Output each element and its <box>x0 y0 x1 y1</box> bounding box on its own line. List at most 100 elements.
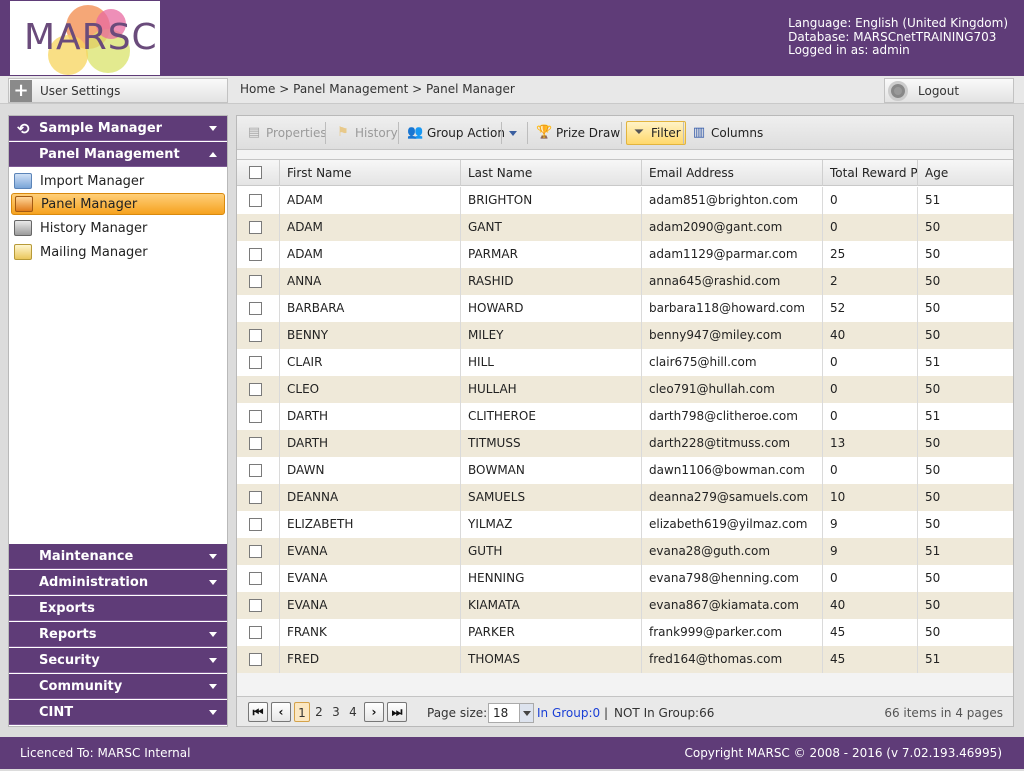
sidebar-section-security[interactable]: Security <box>9 648 227 673</box>
row-checkbox[interactable] <box>249 329 262 342</box>
row-select-cell <box>237 187 280 214</box>
row-checkbox[interactable] <box>249 572 262 585</box>
email-cell: cleo791@hullah.com <box>642 376 823 403</box>
sidebar-section-exports[interactable]: Exports <box>9 596 227 621</box>
table-row[interactable]: CLEO HULLAH cleo791@hullah.com 0 50 <box>237 376 1013 403</box>
sidebar-section-label: Reports <box>39 626 97 642</box>
table-row[interactable]: DAWN BOWMAN dawn1106@bowman.com 0 50 <box>237 457 1013 484</box>
sidebar-section-label: Security <box>39 652 100 668</box>
sidebar-section-sample-manager[interactable]: ⟲ Sample Manager <box>9 116 227 141</box>
reward-points-cell: 0 <box>823 187 918 214</box>
page-1-link[interactable]: 1 <box>294 702 310 722</box>
first-name-cell: DAWN <box>280 457 461 484</box>
in-group-link[interactable]: In Group:0 <box>537 706 600 720</box>
columns-button[interactable]: ▥ Columns <box>687 121 767 145</box>
select-all-checkbox[interactable] <box>249 166 262 179</box>
row-checkbox[interactable] <box>249 599 262 612</box>
sidebar-section-label: CINT <box>39 704 74 720</box>
table-row[interactable]: EVANA HENNING evana798@henning.com 0 50 <box>237 565 1013 592</box>
row-checkbox[interactable] <box>249 491 262 504</box>
header-email-address[interactable]: Email Address <box>642 160 823 186</box>
group-action-button[interactable]: 👥 Group Action <box>403 121 509 145</box>
last-page-button[interactable]: ⏭ <box>387 702 407 722</box>
reward-points-cell: 2 <box>823 268 918 295</box>
table-row[interactable]: DARTH CLITHEROE darth798@clitheroe.com 0 51 <box>237 403 1013 430</box>
sidebar-item-panel-manager[interactable]: Panel Manager <box>11 193 225 215</box>
sidebar-section-maintenance[interactable]: Maintenance <box>9 544 227 569</box>
table-row[interactable]: DEANNA SAMUELS deanna279@samuels.com 10 50 <box>237 484 1013 511</box>
table-row[interactable]: BARBARA HOWARD barbara118@howard.com 52 50 <box>237 295 1013 322</box>
row-checkbox[interactable] <box>249 356 262 369</box>
prize-draw-button[interactable]: 🏆 Prize Draw <box>532 121 624 145</box>
sidebar-item-import-manager[interactable]: Import Manager <box>11 170 225 192</box>
row-checkbox[interactable] <box>249 194 262 207</box>
row-checkbox[interactable] <box>249 410 262 423</box>
row-select-cell <box>237 565 280 592</box>
sidebar-section-administration[interactable]: Administration <box>9 570 227 595</box>
sidebar-section-cint[interactable]: CINT <box>9 700 227 725</box>
header-first-name[interactable]: First Name <box>280 160 461 186</box>
first-page-button[interactable]: ⏮ <box>248 702 268 722</box>
row-checkbox[interactable] <box>249 221 262 234</box>
header-last-name[interactable]: Last Name <box>461 160 642 186</box>
sidebar-section-reports[interactable]: Reports <box>9 622 227 647</box>
not-in-group-link[interactable]: NOT In Group:66 <box>614 706 714 720</box>
table-row[interactable]: ELIZABETH YILMAZ elizabeth619@yilmaz.com 9 5… <box>237 511 1013 538</box>
table-row[interactable]: ADAM GANT adam2090@gant.com 0 50 <box>237 214 1013 241</box>
last-name-cell: SAMUELS <box>461 484 642 511</box>
email-cell: adam851@brighton.com <box>642 187 823 214</box>
row-checkbox[interactable] <box>249 626 262 639</box>
table-row[interactable]: ANNA RASHID anna645@rashid.com 2 50 <box>237 268 1013 295</box>
page-2-link[interactable]: 2 <box>311 702 327 722</box>
reward-points-cell: 40 <box>823 592 918 619</box>
row-checkbox[interactable] <box>249 518 262 531</box>
filter-button[interactable]: ⏷ Filter <box>626 121 686 145</box>
row-checkbox[interactable] <box>249 545 262 558</box>
sidebar-section-community[interactable]: Community <box>9 674 227 699</box>
language-info: Language: English (United Kingdom) <box>788 16 1008 30</box>
sidebar-section-panel-management[interactable]: Panel Management <box>9 142 227 167</box>
table-row[interactable]: EVANA KIAMATA evana867@kiamata.com 40 50 <box>237 592 1013 619</box>
properties-button[interactable]: ▤ Properties <box>242 121 331 145</box>
table-row[interactable]: DARTH TITMUSS darth228@titmuss.com 13 50 <box>237 430 1013 457</box>
row-checkbox[interactable] <box>249 653 262 666</box>
next-page-button[interactable]: › <box>364 702 384 722</box>
group-action-dropdown[interactable] <box>505 121 521 145</box>
row-checkbox[interactable] <box>249 383 262 396</box>
header-age[interactable]: Age <box>918 160 1013 186</box>
page-3-link[interactable]: 3 <box>328 702 344 722</box>
user-settings-button[interactable]: + User Settings <box>8 78 228 103</box>
sidebar-item-history-manager[interactable]: History Manager <box>11 217 225 239</box>
age-cell: 50 <box>925 463 941 477</box>
logout-button[interactable]: Logout <box>884 78 1014 103</box>
chevron-right-icon: › <box>371 705 377 719</box>
table-row[interactable]: CLAIR HILL clair675@hill.com 0 51 <box>237 349 1013 376</box>
table-row[interactable]: FRANK PARKER frank999@parker.com 45 50 <box>237 619 1013 646</box>
last-name-cell: YILMAZ <box>461 511 642 538</box>
row-checkbox[interactable] <box>249 302 262 315</box>
table-row[interactable]: ADAM BRIGHTON adam851@brighton.com 0 51 <box>237 187 1013 214</box>
prev-page-button[interactable]: ‹ <box>271 702 291 722</box>
page-4-link[interactable]: 4 <box>345 702 361 722</box>
email-cell: evana867@kiamata.com <box>642 592 823 619</box>
chevron-left-icon: ‹ <box>278 705 284 719</box>
table-row[interactable]: BENNY MILEY benny947@miley.com 40 50 <box>237 322 1013 349</box>
page-size-select[interactable]: 18 <box>488 703 534 723</box>
row-select-cell <box>237 484 280 511</box>
email-cell: darth798@clitheroe.com <box>642 403 823 430</box>
table-row[interactable]: FRED THOMAS fred164@thomas.com 45 51 <box>237 646 1013 673</box>
row-checkbox[interactable] <box>249 464 262 477</box>
header-total-reward-points[interactable]: Total Reward Po <box>823 160 918 186</box>
row-checkbox[interactable] <box>249 437 262 450</box>
row-checkbox[interactable] <box>249 248 262 261</box>
last-name-cell: KIAMATA <box>461 592 642 619</box>
table-row[interactable]: ADAM PARMAR adam1129@parmar.com 25 50 <box>237 241 1013 268</box>
sidebar-item-label: Mailing Manager <box>40 244 148 260</box>
row-select-cell <box>237 214 280 241</box>
sidebar-item-mailing-manager[interactable]: Mailing Manager <box>11 241 225 263</box>
row-checkbox[interactable] <box>249 275 262 288</box>
row-select-cell <box>237 592 280 619</box>
reward-points-cell: 40 <box>823 322 918 349</box>
table-row[interactable]: EVANA GUTH evana28@guth.com 9 51 <box>237 538 1013 565</box>
history-button[interactable]: ⚑ History <box>331 121 402 145</box>
